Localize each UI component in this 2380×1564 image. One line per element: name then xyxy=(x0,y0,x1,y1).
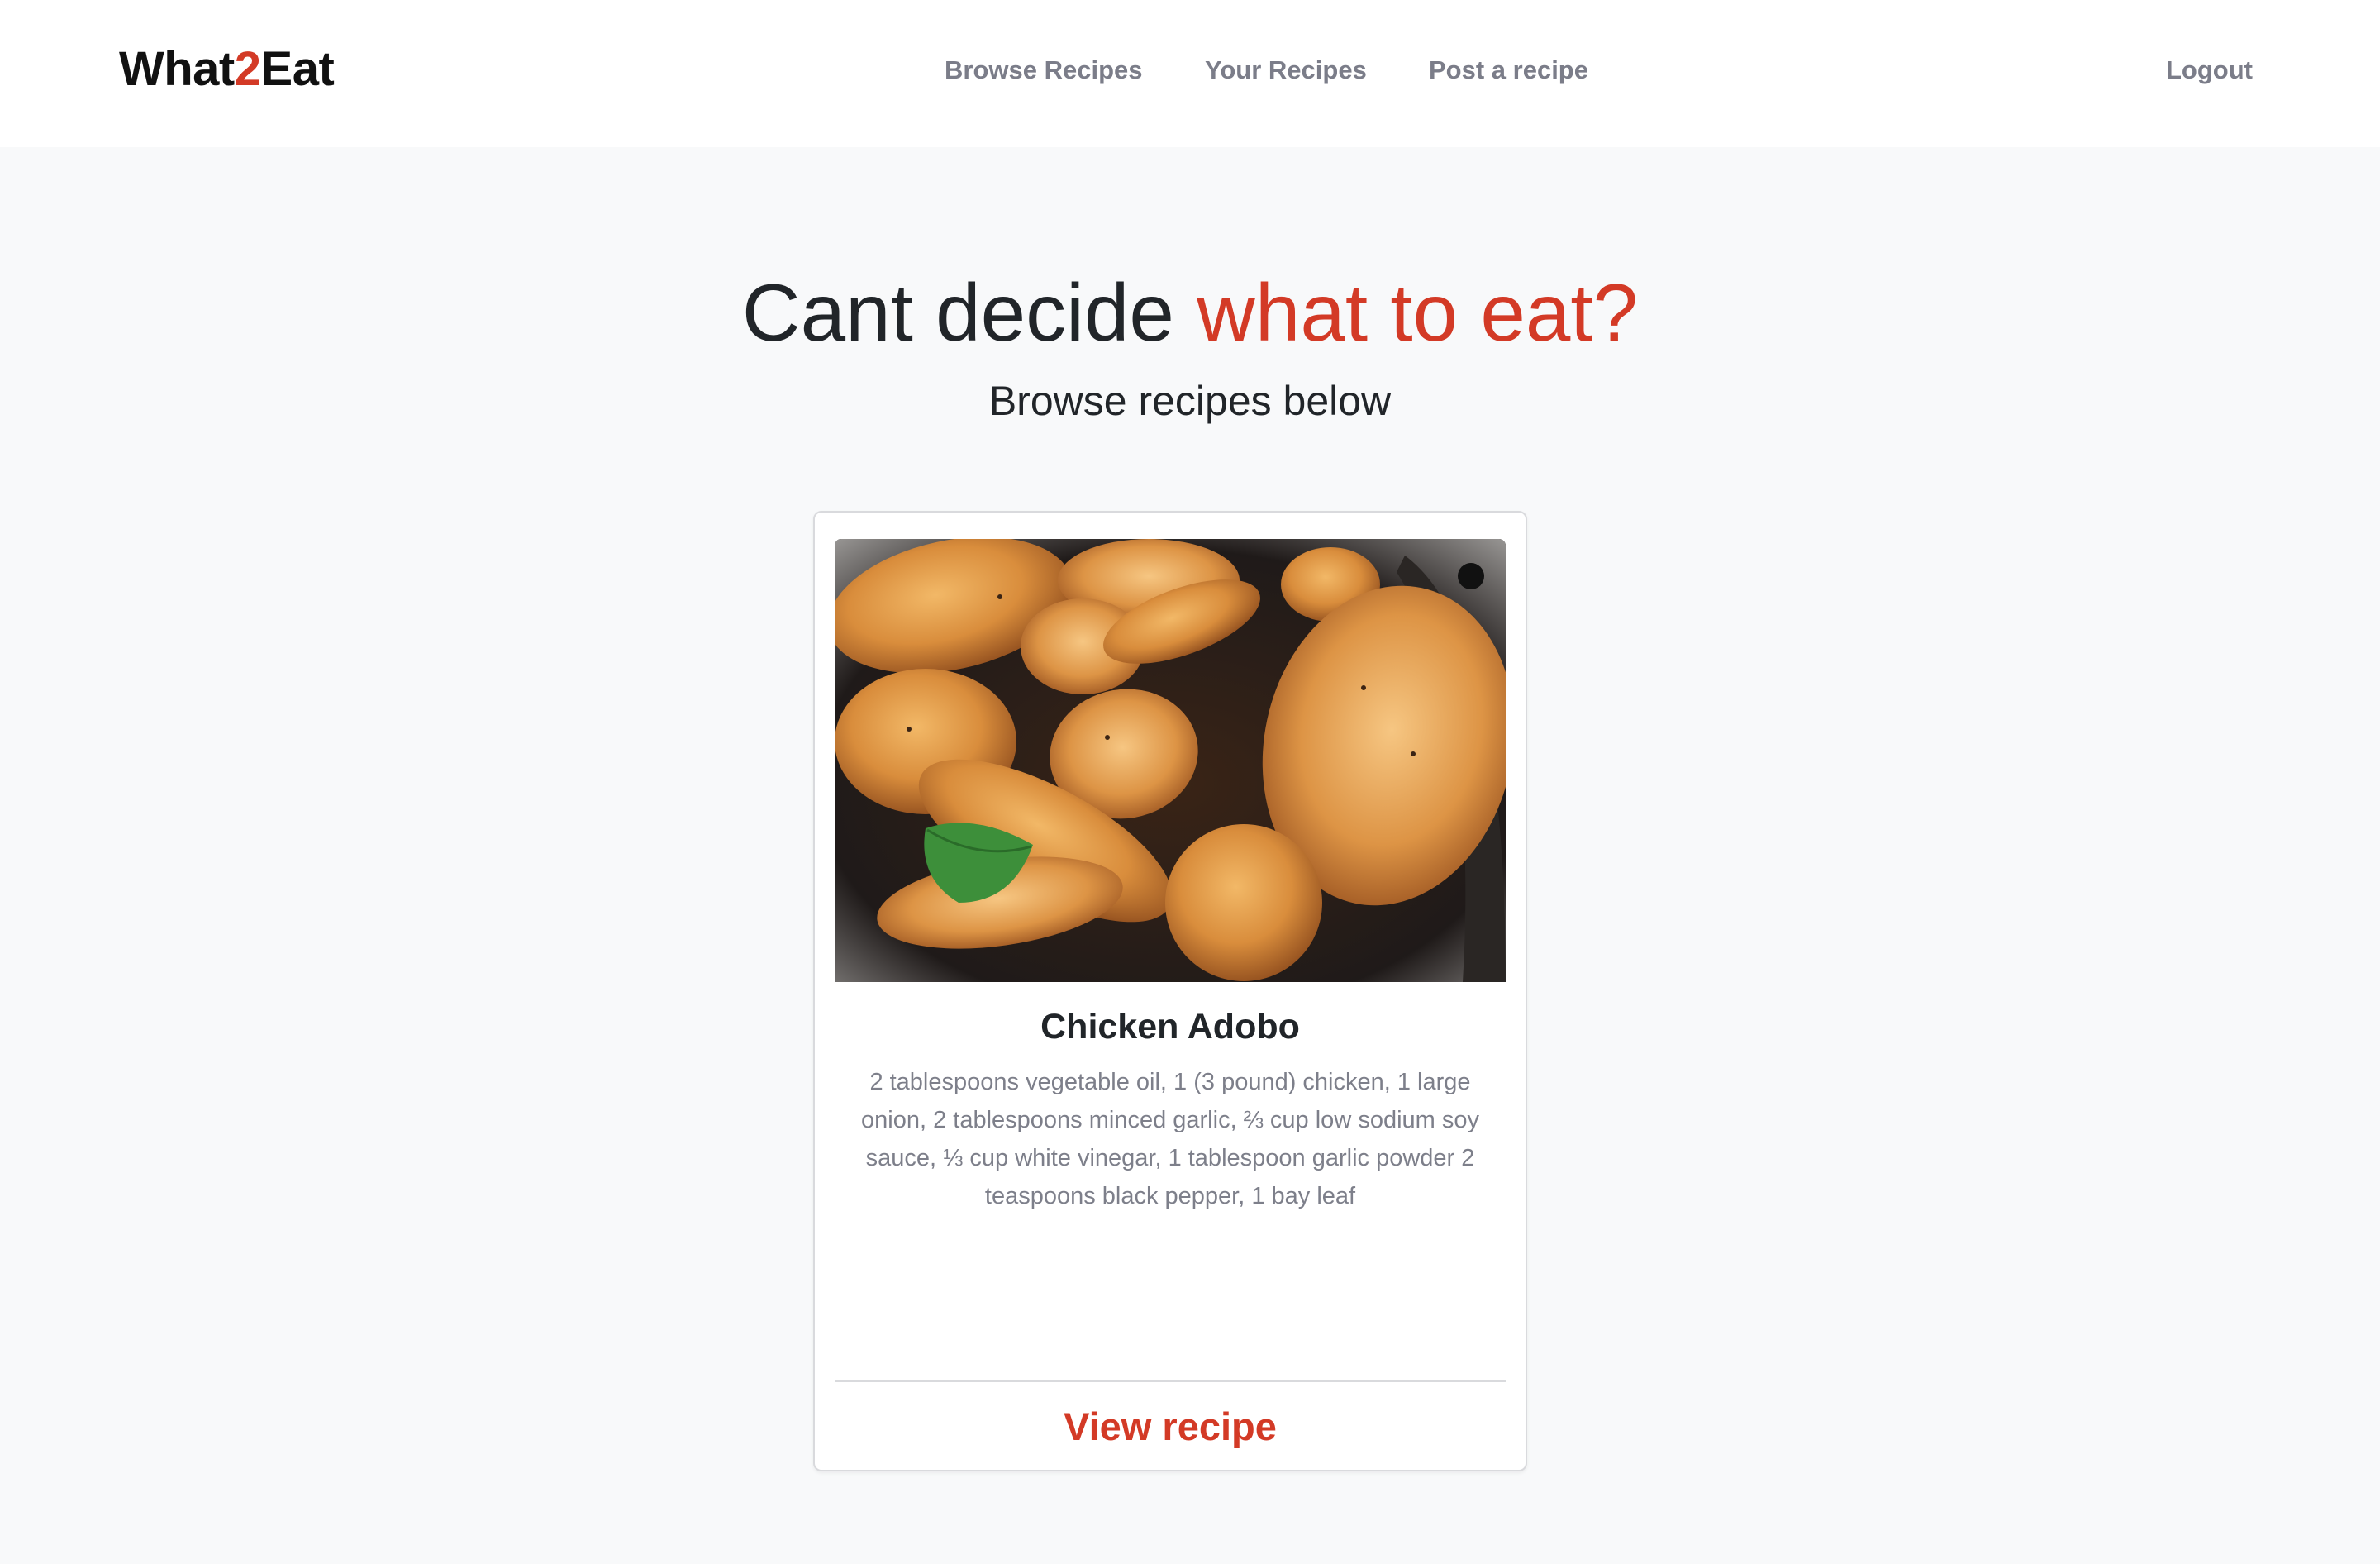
brand-text-2: 2 xyxy=(234,42,261,96)
recipe-ingredients: 2 tablespoons vegetable oil, 1 (3 pound)… xyxy=(861,1069,1479,1209)
nav-browse-recipes[interactable]: Browse Recipes xyxy=(945,55,1143,85)
view-recipe-link[interactable]: View recipe xyxy=(835,1404,1506,1449)
recipe-image xyxy=(835,539,1506,982)
nav-post-recipe[interactable]: Post a recipe xyxy=(1429,55,1588,85)
recipe-title: Chicken Adobo xyxy=(1040,1007,1300,1047)
hero-subtitle: Browse recipes below xyxy=(988,378,1392,424)
nav-your-recipes[interactable]: Your Recipes xyxy=(1205,55,1367,85)
card-divider xyxy=(835,1380,1506,1382)
brand-logo[interactable]: What2Eat xyxy=(119,41,335,97)
recipe-card: Chicken Adobo 2 tablespoons vegetable oi… xyxy=(813,511,1527,1471)
brand-text-what: What xyxy=(119,42,235,96)
chicken-adobo-photo-icon xyxy=(835,539,1506,982)
hero-title: Cant decide what to eat? xyxy=(0,266,2380,360)
brand-text-eat: Eat xyxy=(260,42,335,96)
top-navbar: What2Eat Browse Recipes Your Recipes Pos… xyxy=(0,0,2380,147)
hero-title-plain: Cant decide xyxy=(741,267,1197,358)
hero-title-accent: what to eat? xyxy=(1197,267,1639,358)
logout-link[interactable]: Logout xyxy=(2166,55,2253,85)
